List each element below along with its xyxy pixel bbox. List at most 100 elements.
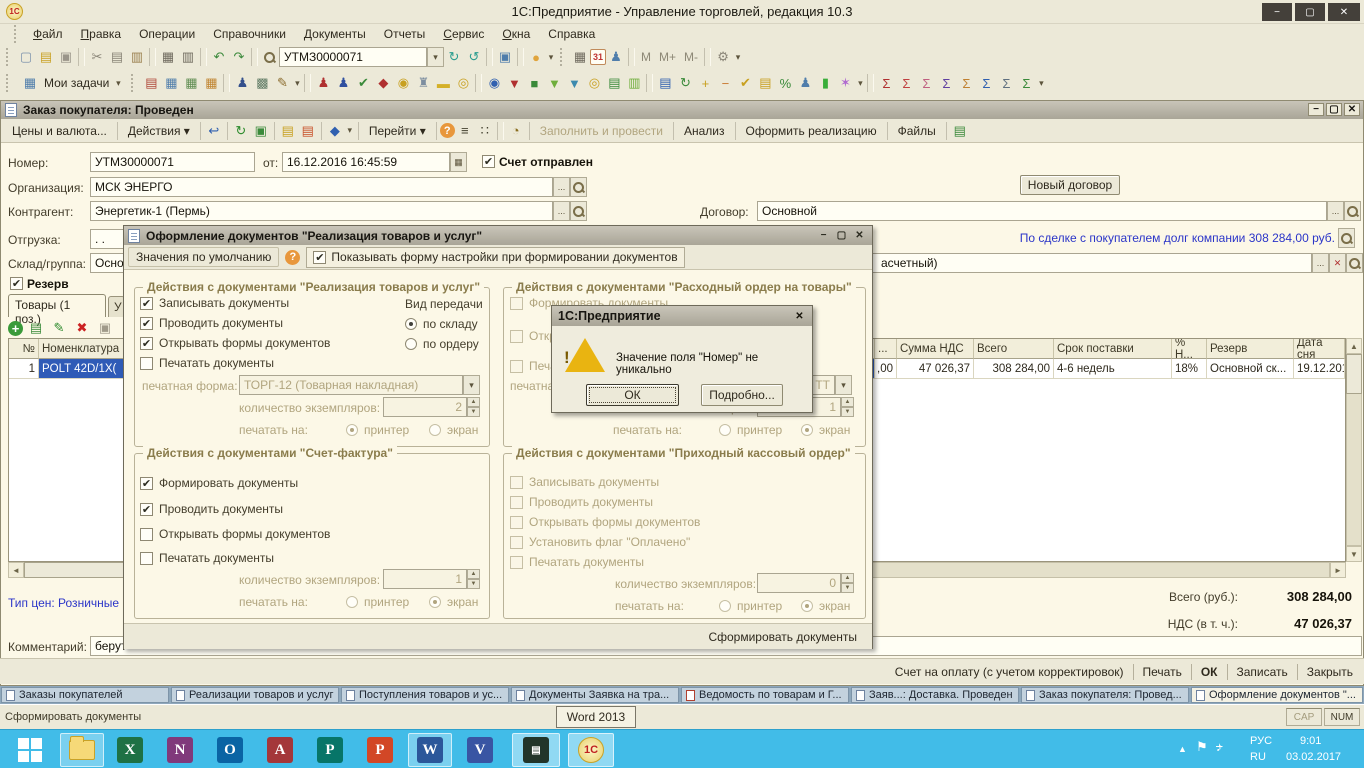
new-document-icon[interactable]: ▢ xyxy=(16,47,36,67)
post-document-icon[interactable]: ↩ xyxy=(204,121,224,141)
organization-select-button[interactable] xyxy=(553,177,570,197)
window-tab-3[interactable]: Поступления товаров и ус... xyxy=(341,687,509,703)
g3-screen-radio[interactable]: экран xyxy=(429,595,478,609)
print-purchase-book-icon[interactable]: ▦ xyxy=(181,73,201,93)
g1-print-form-caret-icon[interactable]: ▾ xyxy=(463,375,480,395)
battery-icon[interactable]: ▮ xyxy=(815,73,835,93)
invoice-with-corrections-button[interactable]: Счет на оплату (с учетом корректировок) xyxy=(888,664,1131,680)
contract-open-button[interactable] xyxy=(1344,201,1361,221)
generate-documents-button[interactable]: Сформировать документы xyxy=(701,629,864,645)
col-header-reserve[interactable]: Резерв xyxy=(1207,339,1294,359)
shipping-field[interactable]: . . xyxy=(90,229,124,249)
taskbar-explorer[interactable] xyxy=(60,733,104,767)
taskbar-printer[interactable]: ▤ xyxy=(512,733,560,767)
tray-expand-icon[interactable]: ▲ xyxy=(1178,744,1187,754)
g4-open-forms[interactable]: Открывать формы документов xyxy=(510,515,700,529)
money-out-doc-icon[interactable]: ▤ xyxy=(298,121,318,141)
modal-details-button[interactable]: Подробно... xyxy=(701,384,783,406)
window-tab-2[interactable]: Реализации товаров и услуг xyxy=(171,687,339,703)
new-contract-button[interactable]: Новый договор xyxy=(1020,175,1120,195)
debt-link[interactable]: По сделке с покупателем долг компании 30… xyxy=(893,231,1335,245)
g3-printer-radio[interactable]: принтер xyxy=(346,595,409,609)
window-tab-6[interactable]: Заяв...: Доставка. Проведен xyxy=(851,687,1019,703)
col-header-removal-date[interactable]: Дата сня xyxy=(1294,339,1345,359)
print-button[interactable]: Печать xyxy=(1136,664,1189,680)
help-icon[interactable]: ? xyxy=(285,250,300,265)
doc-minimize-button[interactable]: − xyxy=(1308,103,1324,116)
print-cash-book-icon[interactable]: ▦ xyxy=(201,73,221,93)
copy-structure-icon[interactable]: ▣ xyxy=(251,121,271,141)
person-doc-icon[interactable]: ♟ xyxy=(795,73,815,93)
window-tab-1[interactable]: Заказы покупателей xyxy=(1,687,169,703)
history-icon[interactable]: ◔ xyxy=(506,121,526,141)
money-in-doc-icon[interactable]: ▤ xyxy=(278,121,298,141)
wand-caret-icon[interactable]: ▾ xyxy=(855,73,865,93)
journal-cabinet-icon[interactable]: ▤ xyxy=(141,73,161,93)
g1-printer-radio[interactable]: принтер xyxy=(346,423,409,437)
menu-catalogs[interactable]: Справочники xyxy=(204,25,295,43)
scroll-left-button[interactable]: ◄ xyxy=(8,562,24,578)
list-settings-icon[interactable]: ≡ xyxy=(455,121,475,141)
window-tab-8[interactable]: Оформление документов "... xyxy=(1191,687,1363,703)
dropdown-caret-icon[interactable]: ▾ xyxy=(292,73,302,93)
contractor-select-button[interactable] xyxy=(553,201,570,221)
col-header-vat-sum[interactable]: Сумма НДС xyxy=(897,339,974,359)
contract-field[interactable]: Основной xyxy=(757,201,1327,221)
tray-clock[interactable]: 9:01 xyxy=(1300,735,1321,747)
g1-copies-field[interactable]: 2 xyxy=(383,397,467,417)
doc-exchange-icon[interactable]: ▤ xyxy=(655,73,675,93)
report-sales-icon[interactable]: Σ xyxy=(876,73,896,93)
g1-by-warehouse-radio[interactable]: по складу xyxy=(405,317,478,331)
g3-copies-field[interactable]: 1 xyxy=(383,569,467,589)
doc-close-button[interactable]: ✕ xyxy=(1344,103,1360,116)
bank-icon[interactable]: ♜ xyxy=(413,73,433,93)
modal-ok-button[interactable]: ОК xyxy=(586,384,679,406)
undo-icon[interactable]: ↶ xyxy=(209,47,229,67)
help-icon[interactable]: ? xyxy=(440,123,455,138)
dialog-close-button[interactable]: ✕ xyxy=(852,229,867,242)
minimize-button[interactable]: − xyxy=(1262,3,1292,21)
contractor-open-button[interactable] xyxy=(570,201,587,221)
remove-coins-icon[interactable]: − xyxy=(715,73,735,93)
menu-file[interactable]: Файл xyxy=(24,25,72,43)
menu-edit[interactable]: Правка xyxy=(72,25,131,43)
tray-flag-icon[interactable]: ⚑ xyxy=(1196,739,1208,755)
taskbar-outlook[interactable]: O xyxy=(208,733,252,767)
tray-date[interactable]: 03.02.2017 xyxy=(1286,751,1341,763)
payment-out-icon[interactable]: ▼ xyxy=(504,73,524,93)
window-tab-5[interactable]: Ведомость по товарам и Г... xyxy=(681,687,849,703)
sales-cart-icon[interactable]: ◆ xyxy=(373,73,393,93)
contract-select-button[interactable] xyxy=(1327,201,1344,221)
defaults-button[interactable]: Значения по умолчанию xyxy=(128,247,279,267)
g1-post-docs[interactable]: Проводить документы xyxy=(140,316,283,330)
menu-help[interactable]: Справка xyxy=(539,25,604,43)
g1-by-order-radio[interactable]: по ордеру xyxy=(405,337,479,351)
percent-doc-icon[interactable]: % xyxy=(775,73,795,93)
actions-button[interactable]: Действия ▾ xyxy=(121,123,197,139)
search-dropdown-caret-icon[interactable]: ▾ xyxy=(427,47,444,67)
report-debts-icon[interactable]: Σ xyxy=(996,73,1016,93)
cell-removal-date[interactable]: 19.12.201 xyxy=(1294,359,1345,379)
g1-screen-radio[interactable]: экран xyxy=(429,423,478,437)
goods-issue-icon[interactable]: ▼ xyxy=(544,73,564,93)
customer-order-icon[interactable]: ♟ xyxy=(333,73,353,93)
restore-button[interactable]: ▢ xyxy=(1295,3,1325,21)
g3-form-docs[interactable]: Формировать документы xyxy=(140,476,298,490)
copy-row-icon[interactable]: ▤ xyxy=(26,318,46,338)
account-open-button[interactable] xyxy=(1346,253,1363,273)
customer-event-icon[interactable]: ♟ xyxy=(313,73,333,93)
order-check-icon[interactable]: ✔ xyxy=(353,73,373,93)
g1-print-docs[interactable]: Печатать документы xyxy=(140,356,274,370)
contractor-field[interactable]: Энергетик-1 (Пермь) xyxy=(90,201,553,221)
g3-open-forms[interactable]: Открывать формы документов xyxy=(140,527,330,541)
close-doc-button[interactable]: Закрыть xyxy=(1300,664,1360,680)
cell-delivery[interactable]: 4-6 недель xyxy=(1054,359,1172,379)
col-header-total[interactable]: Всего xyxy=(974,339,1054,359)
exchange-file-icon[interactable]: ▤ xyxy=(950,121,970,141)
paste-icon[interactable]: ▥ xyxy=(127,47,147,67)
cell-vat-rate[interactable]: 18% xyxy=(1172,359,1207,379)
report-plan-icon[interactable]: Σ xyxy=(1016,73,1036,93)
goods-receipt-icon[interactable]: ■ xyxy=(524,73,544,93)
scroll-up-button[interactable]: ▲ xyxy=(1346,338,1362,354)
taskbar-access[interactable]: A xyxy=(258,733,302,767)
